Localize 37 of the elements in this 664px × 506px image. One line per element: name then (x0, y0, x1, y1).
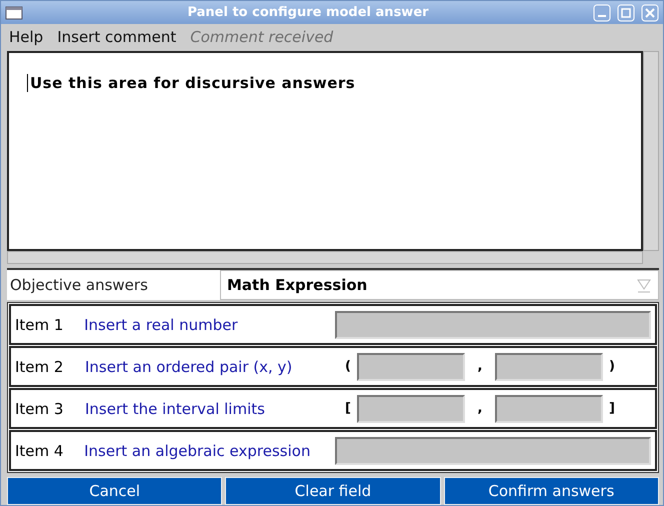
item-prompt: Insert a real number (84, 316, 239, 334)
separator: , (476, 401, 484, 416)
minimize-icon[interactable] (593, 4, 611, 22)
answer-field[interactable] (357, 394, 465, 422)
item-prompt: Insert the interval limits (85, 400, 266, 418)
maximize-icon[interactable] (617, 4, 635, 22)
caret-icon (636, 276, 652, 293)
objective-label: Objective answers (9, 276, 149, 294)
item-prompt: Insert an ordered pair (x, y) (85, 358, 294, 376)
bracket: ) (608, 359, 616, 374)
window-title: Panel to configure model answer (186, 5, 430, 20)
vertical-scrollbar[interactable] (643, 50, 659, 251)
item-label: Item 4 (15, 442, 64, 460)
answer-field[interactable] (495, 352, 603, 380)
bracket: [ (344, 401, 352, 416)
window-icon (5, 6, 23, 20)
separator: , (476, 359, 484, 374)
bracket: ] (608, 401, 616, 416)
item-prompt: Insert an algebraic expression (84, 442, 312, 460)
close-icon[interactable] (641, 4, 659, 22)
answer-field[interactable] (334, 310, 652, 338)
menu-item[interactable]: Help (9, 28, 44, 46)
editor-text: Use this area for discursive answers (27, 74, 356, 92)
item-label: Item 2 (15, 358, 64, 376)
text-area[interactable]: Use this area for discursive answers (7, 50, 643, 251)
item-label: Item 1 (15, 316, 64, 334)
answer-field[interactable] (357, 352, 465, 380)
answer-field[interactable] (334, 436, 652, 464)
answer-field[interactable] (495, 394, 603, 422)
action-button[interactable]: Confirm answers (444, 477, 659, 505)
item-label: Item 3 (15, 400, 64, 418)
horizontal-scrollbar[interactable] (7, 250, 643, 264)
menu-item[interactable]: Insert comment (57, 28, 176, 46)
action-button[interactable]: Cancel (7, 477, 222, 505)
action-button[interactable]: Clear field (225, 477, 441, 505)
bracket: ( (344, 359, 352, 374)
answer-type-dropdown[interactable]: Math Expression (220, 270, 659, 300)
